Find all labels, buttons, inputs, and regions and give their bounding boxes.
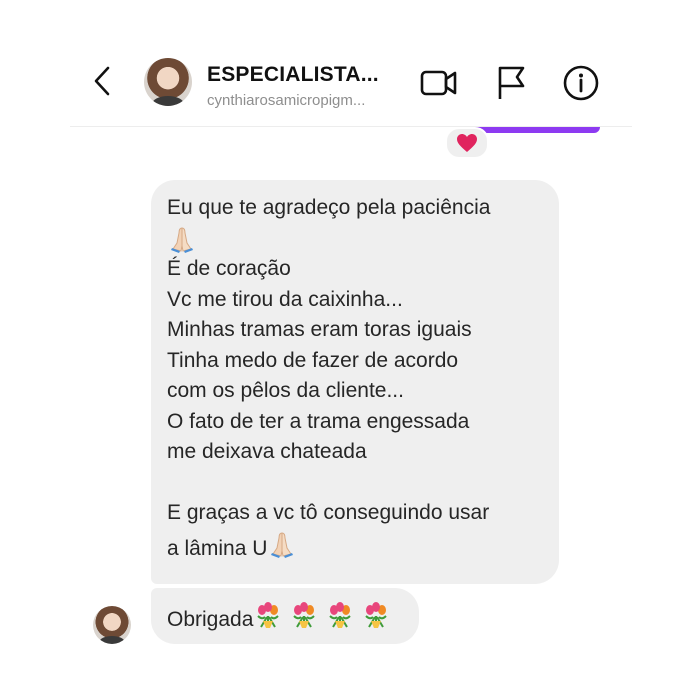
message-line: Vc me tirou da caixinha... [167,287,403,311]
heart-icon [457,134,477,152]
message-line-text: a lâmina U [167,536,268,560]
message-line: E graças a vc tô conseguindo usar [167,501,490,524]
folded-hands-icon [271,531,294,558]
folded-hands-icon [171,226,193,253]
message-text: Obrigada [167,600,391,636]
tulip-bouquet-icon [293,602,315,628]
message-text: Eu que te agradeço pela paciência É de c… [167,193,547,560]
received-message-bubble[interactable]: Eu que te agradeço pela paciência É de c… [151,180,559,584]
back-button[interactable] [90,64,116,98]
tulip-bouquet-icon [329,602,351,628]
message-line-last: a lâmina U [167,529,547,560]
video-camera-icon [420,70,457,96]
tulip-bouquet-icon [365,602,387,628]
message-reaction[interactable] [445,127,489,159]
message-line: Eu que te agradeço pela paciência [167,196,491,219]
message-thread[interactable]: Eu que te agradeço pela paciência É de c… [70,127,632,665]
message-line: É de coração [167,257,291,280]
contact-avatar[interactable] [144,58,192,106]
sent-message-bubble[interactable] [470,127,600,133]
message-line: Tinha medo de fazer de acordo [167,348,459,372]
message-line: Minhas tramas eram toras iguais [167,318,472,341]
received-message-bubble[interactable]: Obrigada [151,588,419,644]
info-button[interactable] [562,64,600,102]
contact-name[interactable]: ESPECIALISTA... [207,63,379,87]
message-line-blank [167,468,547,499]
message-line: Obrigada [167,608,254,631]
contact-username[interactable]: cynthiarosamicropigm... [207,92,365,109]
report-button[interactable] [492,64,530,102]
message-line: O fato de ter a trama engessada [167,409,470,433]
message-line: com os pêlos da cliente... [167,379,404,402]
sender-avatar[interactable] [93,606,131,644]
message-line-emoji [167,224,547,255]
video-call-button[interactable] [420,64,458,102]
flag-icon [498,66,525,99]
chevron-left-icon [94,66,110,96]
info-icon [563,65,599,101]
message-line: me deixava chateada [167,440,367,463]
tulip-bouquet-icon [257,602,280,628]
chat-header: ESPECIALISTA... cynthiarosamicropigm... [70,40,632,127]
